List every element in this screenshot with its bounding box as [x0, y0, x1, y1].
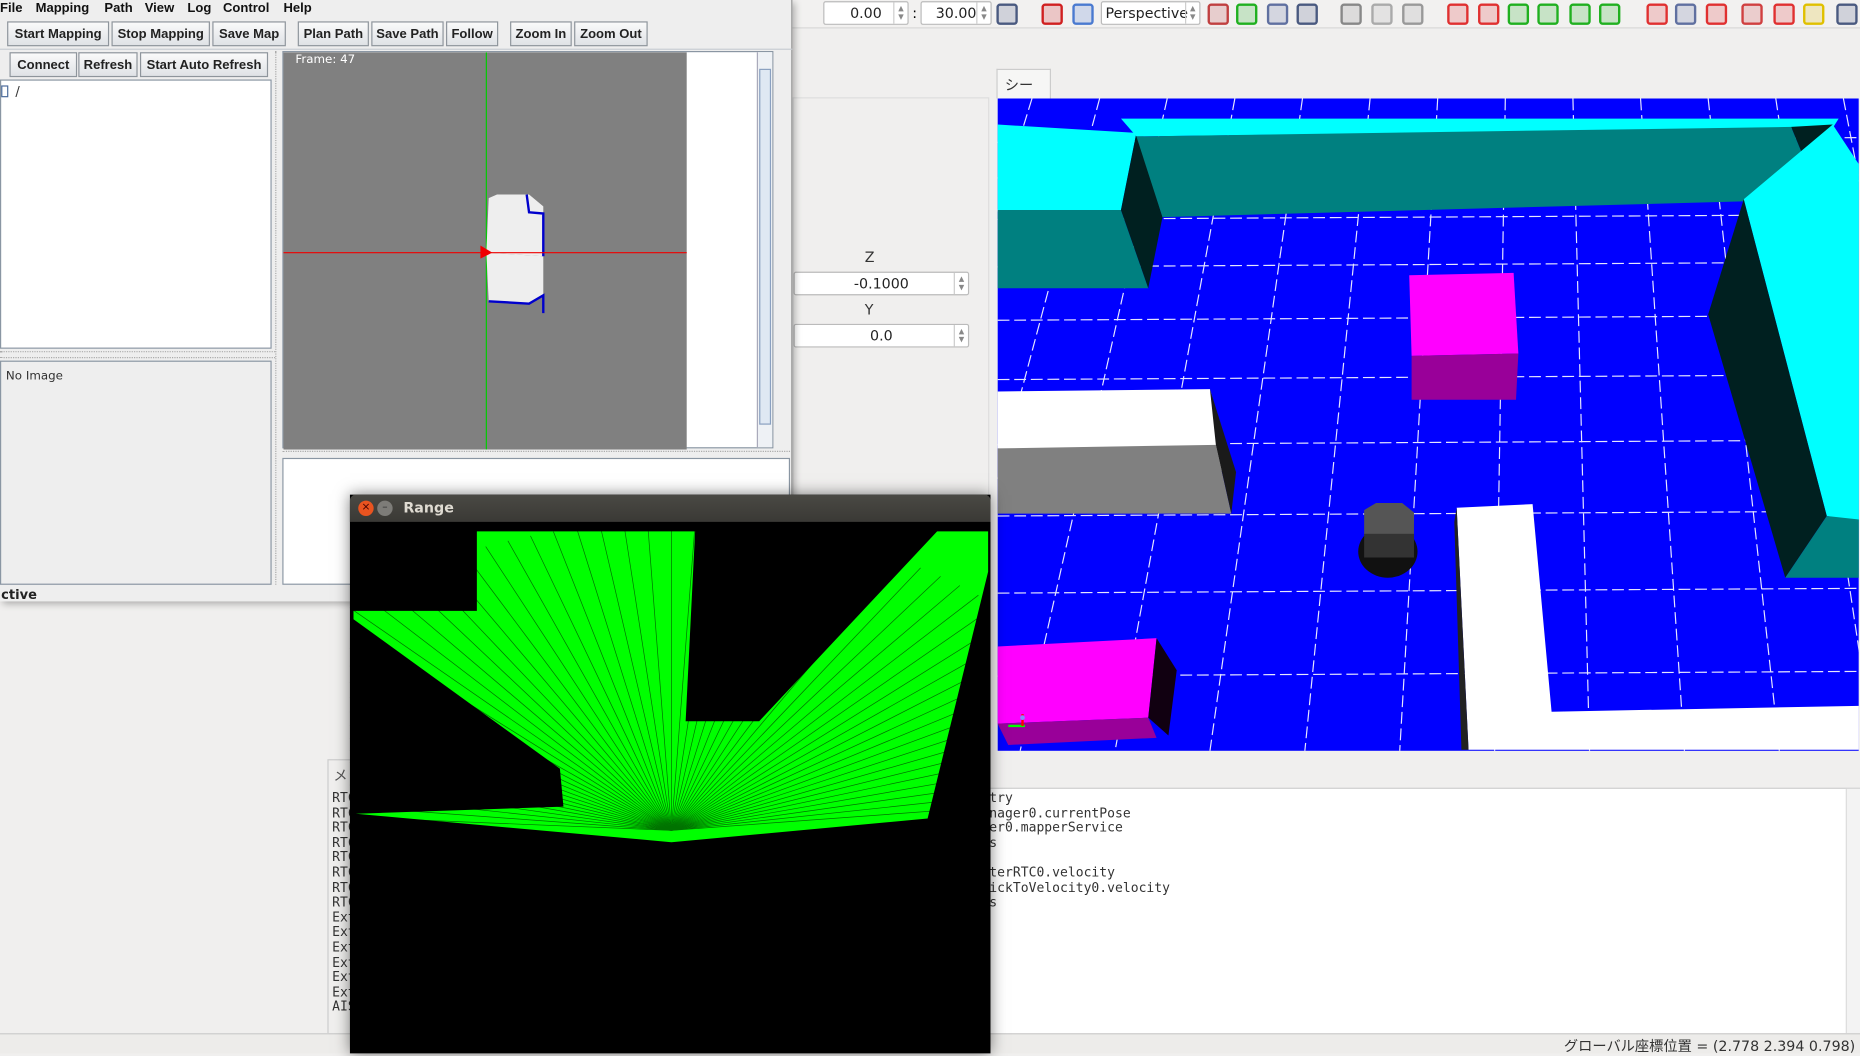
save-map-button[interactable]: Save Map [212, 21, 286, 47]
image-panel: No Image [0, 360, 272, 585]
z-input[interactable]: -0.1000 ▲ ▼ [793, 271, 970, 296]
log-line: try [989, 790, 1013, 806]
ik-icon[interactable] [1705, 3, 1728, 25]
menu-control[interactable]: Control [223, 1, 269, 15]
zoom-in-button[interactable]: Zoom In [510, 21, 572, 47]
range-title-bar[interactable]: × – Range [349, 494, 991, 522]
tree-root-node[interactable]: / [15, 84, 19, 99]
play-icon[interactable] [1537, 3, 1559, 25]
log-panel: try nager0.currentPose er0.mapperService s t… [989, 787, 1860, 1034]
collision-icon[interactable] [1674, 3, 1697, 25]
globe-icon[interactable] [1741, 3, 1763, 25]
tab-message[interactable]: メ [333, 765, 347, 785]
light-burst-icon[interactable] [1236, 3, 1258, 25]
range-window: × – Range [349, 494, 991, 1054]
white-wall-front [997, 444, 1232, 514]
log-line: s [989, 894, 998, 911]
splitter[interactable] [0, 351, 276, 359]
connection-status: ctive [1, 587, 37, 603]
log-scrollbar[interactable] [1845, 788, 1860, 1034]
sim-restart-icon[interactable] [1478, 3, 1500, 25]
wrench-icon[interactable] [1296, 3, 1318, 25]
map-scrollbar[interactable] [756, 52, 773, 448]
scene-view[interactable] [997, 98, 1859, 751]
log-line: s [989, 834, 998, 851]
edit-mode-icon[interactable] [1041, 3, 1063, 25]
start-auto-refresh-button[interactable]: Start Auto Refresh [139, 52, 269, 78]
graph-edit-icon[interactable] [1371, 3, 1393, 25]
menu-view[interactable]: View [145, 1, 175, 15]
menu-log[interactable]: Log [187, 1, 211, 15]
time-start-input[interactable]: 0.00 ▲ ▼ [823, 1, 909, 25]
menu-help[interactable]: Help [284, 1, 312, 15]
time-end-spinner[interactable]: ▲ ▼ [976, 2, 990, 24]
menu-path[interactable]: Path [104, 1, 132, 15]
menu-bar: File Mapping Path View Log Control Help [0, 0, 792, 19]
y-spinner[interactable]: ▲ ▼ [953, 325, 968, 347]
pause-icon[interactable] [1569, 3, 1591, 25]
graph-wave-icon[interactable] [1340, 3, 1362, 25]
close-button[interactable]: × [358, 500, 374, 517]
follow-button[interactable]: Follow [446, 21, 499, 47]
time-end-input[interactable]: 30.00 ▲ ▼ [920, 1, 992, 25]
compress-icon[interactable] [1773, 3, 1795, 25]
robot[interactable] [1358, 502, 1418, 578]
stop-icon[interactable] [1599, 3, 1621, 25]
menu-mapping[interactable]: Mapping [36, 1, 90, 15]
save-path-button[interactable]: Save Path [371, 21, 444, 47]
magenta-box2-top [997, 638, 1157, 724]
range-view [349, 521, 991, 843]
plan-path-button[interactable]: Plan Path [297, 21, 369, 47]
y-input[interactable]: 0.0 ▲ ▼ [793, 323, 970, 348]
grid-icon[interactable] [1266, 3, 1289, 25]
log-line: er0.mapperService [989, 819, 1123, 836]
start-mapping-button[interactable]: Start Mapping [7, 21, 110, 47]
range-scan [353, 531, 989, 843]
camera-mode-select[interactable]: Perspective ▲ ▼ [1100, 1, 1201, 25]
menu-file[interactable]: File [0, 1, 22, 15]
sim-start-icon[interactable] [1447, 3, 1469, 25]
windows-icon[interactable] [1803, 3, 1825, 25]
z-spinner[interactable]: ▲ ▼ [953, 272, 968, 295]
refresh-button[interactable]: Refresh [78, 52, 138, 78]
wall-top-left-top [997, 124, 1137, 210]
tab-scene[interactable]: シーン [996, 68, 1051, 114]
time-start-spinner[interactable]: ▲ ▼ [893, 2, 907, 24]
stop-mapping-button[interactable]: Stop Mapping [111, 21, 210, 47]
wrench-icon[interactable] [996, 3, 1018, 25]
magenta-box-top [1409, 272, 1519, 356]
vertical-splitter[interactable] [275, 51, 281, 585]
log-line: terRTC0.velocity [989, 864, 1116, 881]
camera-select-icon[interactable] [1207, 3, 1229, 25]
main-toolbar: 0.00 ▲ ▼ : 30.00 ▲ ▼ Perspective ▲ ▼ [792, 0, 1860, 29]
log-line: nager0.currentPose [989, 804, 1131, 821]
laser-scan [486, 194, 544, 304]
chevron-updown-icon: ▲ ▼ [1185, 2, 1199, 24]
log-line: ickToVelocity0.velocity [989, 879, 1171, 896]
magenta-box-front [1411, 353, 1519, 400]
minimize-button[interactable]: – [377, 500, 393, 517]
body-tracking-icon[interactable] [1646, 3, 1668, 25]
frame-label: Frame: 47 [295, 52, 355, 66]
wrench-icon[interactable] [1402, 3, 1424, 25]
rtc-tree[interactable]: / [0, 79, 272, 349]
folder-icon [1, 85, 9, 98]
view-rotate-icon[interactable] [1072, 3, 1094, 25]
range-title: Range [403, 499, 454, 517]
sim-step-icon[interactable] [1507, 3, 1530, 25]
zoom-out-button[interactable]: Zoom Out [574, 21, 648, 47]
connect-button[interactable]: Connect [9, 52, 78, 78]
horizontal-splitter[interactable] [282, 450, 791, 457]
map-view[interactable]: Frame: 47 [282, 51, 774, 450]
wrench-icon[interactable] [1836, 3, 1858, 25]
